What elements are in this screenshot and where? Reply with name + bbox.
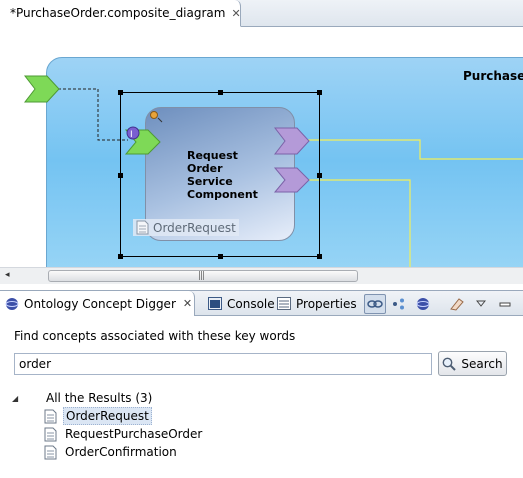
search-button-label: Search <box>461 356 503 371</box>
tab-label: Properties <box>296 296 357 311</box>
close-icon[interactable]: ✕ <box>183 297 192 310</box>
scroll-left-icon[interactable]: ◂ <box>5 270 10 280</box>
document-icon <box>44 427 57 441</box>
editor-tab-purchaseorder[interactable]: *PurchaseOrder.composite_diagram ✕ <box>0 0 241 27</box>
hierarchy-button[interactable] <box>388 294 410 314</box>
view-toolbar <box>364 294 523 314</box>
resize-handle[interactable] <box>317 173 322 178</box>
close-icon[interactable]: ✕ <box>231 7 240 20</box>
maximize-button[interactable] <box>518 294 523 314</box>
console-icon <box>208 297 222 310</box>
list-item-label: OrderConfirmation <box>65 445 177 459</box>
tab-console[interactable]: Console <box>203 291 275 316</box>
grip-icon: ||| <box>198 271 205 281</box>
search-input[interactable] <box>14 353 432 375</box>
resize-handle[interactable] <box>218 254 223 259</box>
view-menu-button[interactable] <box>470 294 492 314</box>
list-item[interactable]: OrderConfirmation <box>44 443 512 461</box>
link-icon <box>367 300 383 308</box>
eraser-icon <box>450 298 464 311</box>
minimize-button[interactable] <box>494 294 516 314</box>
view-tab-strip: Ontology Concept Digger ✕ Console Proper… <box>0 290 523 316</box>
hierarchy-icon <box>393 298 404 310</box>
globe-icon <box>416 298 430 310</box>
ontology-concept-digger-view: Find concepts associated with these key … <box>0 316 523 478</box>
ontology-icon <box>5 297 19 310</box>
editor-tab-title: *PurchaseOrder.composite_diagram <box>10 6 226 20</box>
resize-handle[interactable] <box>218 90 223 95</box>
editor-tab-strip: *PurchaseOrder.composite_diagram ✕ <box>0 0 523 27</box>
ontology-view-button[interactable] <box>412 294 434 314</box>
tab-ontology-concept-digger[interactable]: Ontology Concept Digger ✕ <box>0 291 195 316</box>
document-icon <box>44 409 57 423</box>
selection-frame <box>118 90 322 259</box>
chevron-down-icon <box>476 300 486 307</box>
promote-wire <box>58 88 128 141</box>
list-item[interactable]: RequestPurchaseOrder <box>44 425 512 443</box>
resize-handle[interactable] <box>118 173 123 178</box>
results-tree: ◢ All the Results (3) OrderRequest Reque… <box>12 389 512 461</box>
tab-properties[interactable]: Properties <box>272 291 357 316</box>
composite-service-icon <box>23 75 60 103</box>
link-toggle-button[interactable] <box>364 294 386 314</box>
search-button[interactable]: Search <box>438 351 507 376</box>
minimize-icon <box>499 302 511 307</box>
document-icon <box>44 445 57 459</box>
tab-label: Console <box>227 296 275 311</box>
resize-handle[interactable] <box>317 90 322 95</box>
clear-button[interactable] <box>446 294 468 314</box>
search-icon <box>442 357 457 371</box>
horizontal-scrollbar[interactable]: ◂ ||| <box>0 267 523 284</box>
reference-wire <box>306 139 523 160</box>
properties-icon <box>277 297 291 310</box>
expand-collapse-icon[interactable]: ◢ <box>12 394 22 403</box>
diagram-canvas[interactable]: PurchaseO Request Order Service Componen… <box>0 27 523 267</box>
results-root[interactable]: ◢ All the Results (3) <box>12 389 512 407</box>
list-item-label: OrderRequest <box>63 407 152 425</box>
results-root-label: All the Results (3) <box>46 391 153 405</box>
results-list: OrderRequest RequestPurchaseOrder OrderC… <box>44 407 512 461</box>
resize-handle[interactable] <box>118 90 123 95</box>
tab-label: Ontology Concept Digger <box>24 296 176 311</box>
list-item[interactable]: OrderRequest <box>44 407 512 425</box>
scrollbar-thumb[interactable]: ||| <box>48 270 358 282</box>
resize-handle[interactable] <box>118 254 123 259</box>
resize-handle[interactable] <box>317 254 322 259</box>
search-prompt: Find concepts associated with these key … <box>14 329 296 343</box>
list-item-label: RequestPurchaseOrder <box>65 427 203 441</box>
